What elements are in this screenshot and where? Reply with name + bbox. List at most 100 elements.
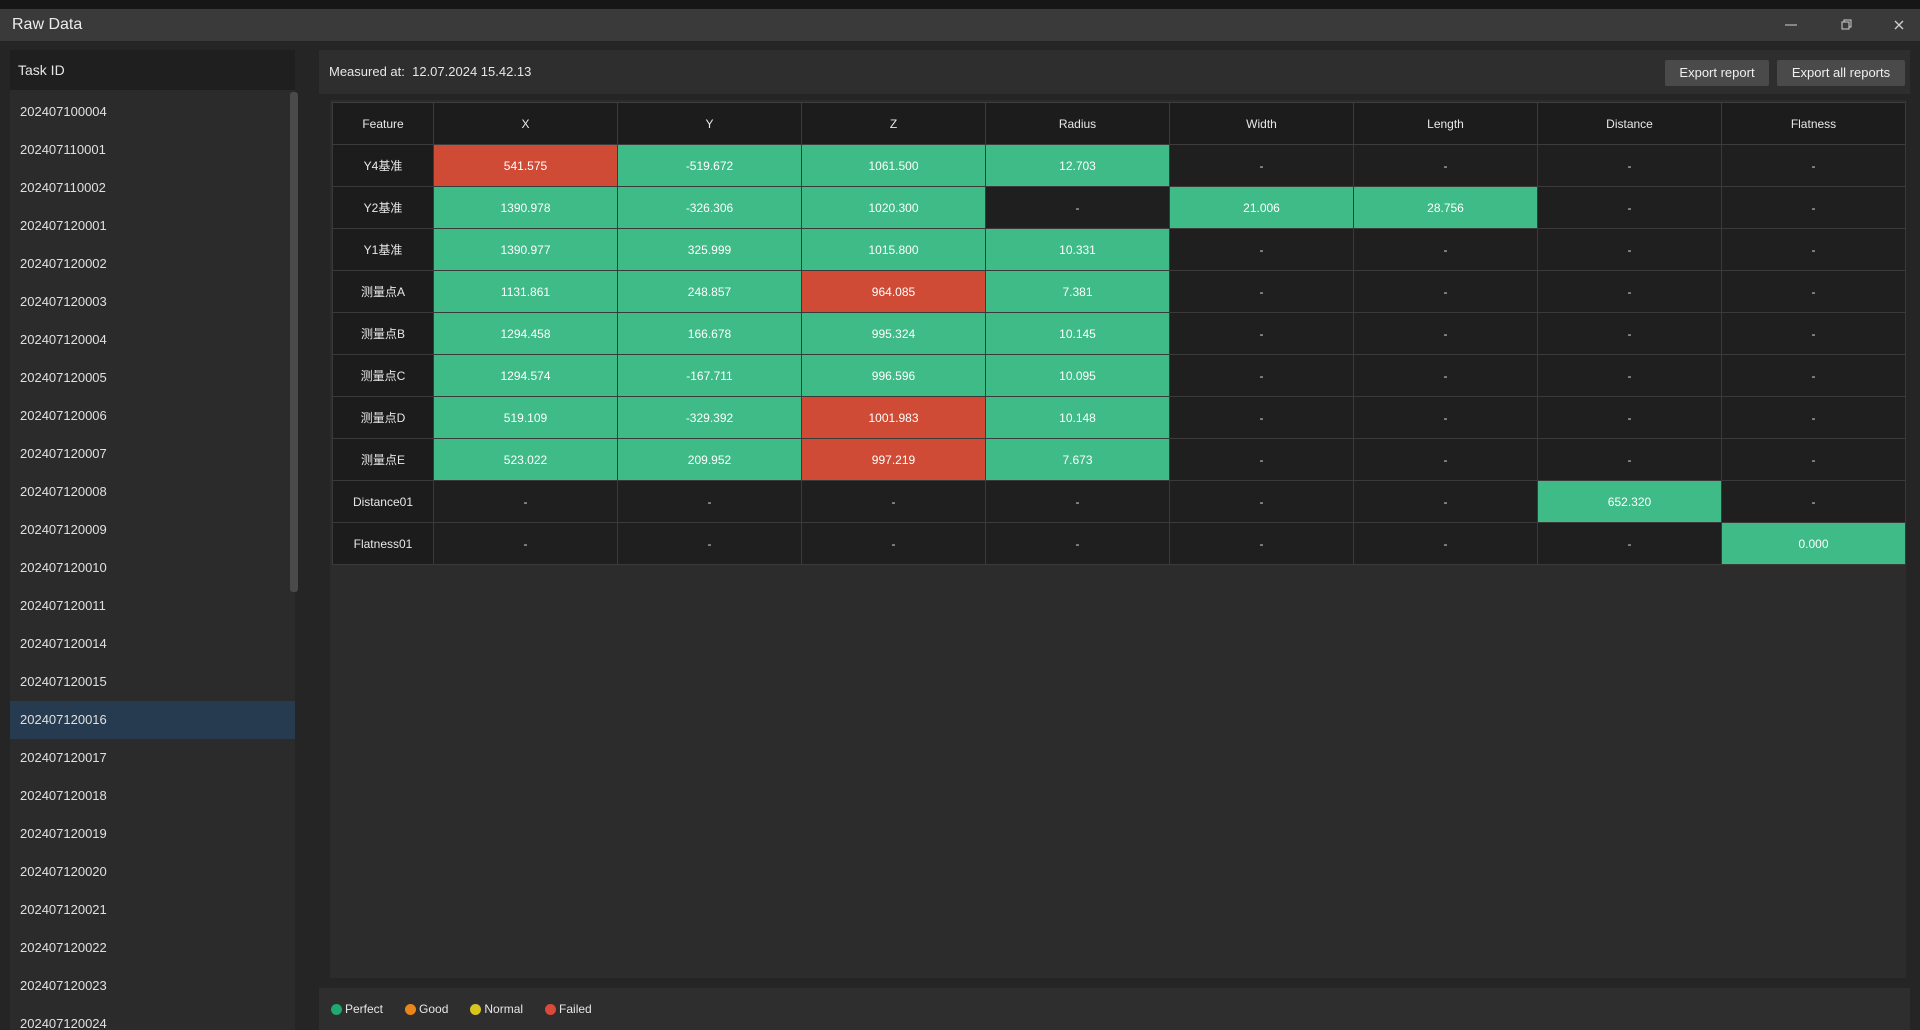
value-cell-length: - bbox=[1353, 144, 1538, 187]
table-row[interactable]: Flatness01- - - - - - -0.000 bbox=[332, 522, 1906, 565]
value-cell-distance: - bbox=[1537, 312, 1722, 355]
table-row[interactable]: Y1基准 1390.977 325.999 1015.800 10.331- - - - bbox=[332, 228, 1906, 271]
column-header-z[interactable]: Z bbox=[801, 102, 986, 145]
task-list: 202407100004 202407110001 202407110002 2024… bbox=[10, 93, 295, 1030]
task-item[interactable]: 202407120019 bbox=[10, 815, 295, 853]
value-cell-x: 1294.574 bbox=[433, 354, 618, 397]
table-row[interactable]: 测量点C 1294.574 -167.711 996.596 10.095- - - - bbox=[332, 354, 1906, 397]
task-item[interactable]: 202407120016 bbox=[10, 701, 295, 739]
value-cell-x: - bbox=[433, 480, 618, 523]
value-cell-y: 248.857 bbox=[617, 270, 802, 313]
export-all-reports-button[interactable]: Export all reports bbox=[1777, 60, 1905, 86]
feature-cell: Y4基准 bbox=[332, 144, 434, 187]
value-cell-width: - bbox=[1169, 144, 1354, 187]
value-cell-distance: - bbox=[1537, 522, 1722, 565]
task-item[interactable]: 202407120021 bbox=[10, 891, 295, 929]
value-cell-distance: - bbox=[1537, 228, 1722, 271]
value-cell-x: 1390.978 bbox=[433, 186, 618, 229]
value-cell-width: - bbox=[1169, 354, 1354, 397]
table-row[interactable]: Y4基准 541.575 -519.672 1061.500 12.703- - - - bbox=[332, 144, 1906, 187]
task-item[interactable]: 202407120015 bbox=[10, 663, 295, 701]
value-cell-flatness: - bbox=[1721, 270, 1906, 313]
table-row[interactable]: Distance01- - - - - -652.320- bbox=[332, 480, 1906, 523]
table-row[interactable]: 测量点A 1131.861 248.857 964.085 7.381- - - - bbox=[332, 270, 1906, 313]
task-list-scrollbar[interactable] bbox=[290, 92, 298, 592]
value-cell-radius: - bbox=[985, 186, 1170, 229]
value-cell-width: - bbox=[1169, 228, 1354, 271]
task-item[interactable]: 202407120011 bbox=[10, 587, 295, 625]
task-item[interactable]: 202407120007 bbox=[10, 435, 295, 473]
task-item[interactable]: 202407120020 bbox=[10, 853, 295, 891]
status-dot-icon bbox=[470, 1003, 482, 1015]
task-item[interactable]: 202407120018 bbox=[10, 777, 295, 815]
value-cell-radius: 12.703 bbox=[985, 144, 1170, 187]
column-header-distance[interactable]: Distance bbox=[1537, 102, 1722, 145]
value-cell-y: -326.306 bbox=[617, 186, 802, 229]
feature-cell: 测量点A bbox=[332, 270, 434, 313]
task-sidebar: Task ID 202407100004 202407110001 20240711… bbox=[10, 50, 295, 1030]
task-item[interactable]: 202407120008 bbox=[10, 473, 295, 511]
value-cell-x: 523.022 bbox=[433, 438, 618, 481]
column-header-length[interactable]: Length bbox=[1353, 102, 1538, 145]
column-header-width[interactable]: Width bbox=[1169, 102, 1354, 145]
task-item[interactable]: 202407120009 bbox=[10, 511, 295, 549]
value-cell-flatness: - bbox=[1721, 396, 1906, 439]
value-cell-z: 995.324 bbox=[801, 312, 986, 355]
task-item[interactable]: 202407120006 bbox=[10, 397, 295, 435]
value-cell-flatness: - bbox=[1721, 312, 1906, 355]
value-cell-flatness: - bbox=[1721, 228, 1906, 271]
value-cell-radius: 10.331 bbox=[985, 228, 1170, 271]
value-cell-radius: 10.095 bbox=[985, 354, 1170, 397]
task-item[interactable]: 202407120023 bbox=[10, 967, 295, 1005]
value-cell-x: 1390.977 bbox=[433, 228, 618, 271]
task-item[interactable]: 202407120005 bbox=[10, 359, 295, 397]
legend-label: Failed bbox=[559, 1002, 592, 1016]
window-top-edge bbox=[0, 0, 1920, 9]
column-header-y[interactable]: Y bbox=[617, 102, 802, 145]
task-item[interactable]: 202407110001 bbox=[10, 131, 295, 169]
value-cell-z: 1061.500 bbox=[801, 144, 986, 187]
task-item[interactable]: 202407120024 bbox=[10, 1005, 295, 1030]
legend-item-normal: Normal bbox=[470, 1002, 523, 1016]
task-item[interactable]: 202407120017 bbox=[10, 739, 295, 777]
task-item[interactable]: 202407120010 bbox=[10, 549, 295, 587]
value-cell-z: 996.596 bbox=[801, 354, 986, 397]
measured-value: 12.07.2024 15.42.13 bbox=[412, 64, 532, 79]
value-cell-y: - bbox=[617, 522, 802, 565]
value-cell-y: 325.999 bbox=[617, 228, 802, 271]
task-item[interactable]: 202407120001 bbox=[10, 207, 295, 245]
table-row[interactable]: 测量点B 1294.458 166.678 995.324 10.145- - - - bbox=[332, 312, 1906, 355]
minimize-button[interactable] bbox=[1768, 9, 1814, 41]
feature-cell: 测量点E bbox=[332, 438, 434, 481]
close-button[interactable] bbox=[1876, 9, 1920, 41]
task-item[interactable]: 202407110002 bbox=[10, 169, 295, 207]
value-cell-flatness: - bbox=[1721, 480, 1906, 523]
value-cell-length: - bbox=[1353, 228, 1538, 271]
value-cell-x: 541.575 bbox=[433, 144, 618, 187]
table-row[interactable]: 测量点E 523.022 209.952 997.219 7.673- - - - bbox=[332, 438, 1906, 481]
value-cell-distance: 652.320 bbox=[1537, 480, 1722, 523]
task-item[interactable]: 202407120022 bbox=[10, 929, 295, 967]
title-bar: Raw Data bbox=[0, 9, 1920, 41]
value-cell-flatness: - bbox=[1721, 186, 1906, 229]
table-row[interactable]: 测量点D 519.109 -329.392 1001.983 10.148- - - - bbox=[332, 396, 1906, 439]
column-header-radius[interactable]: Radius bbox=[985, 102, 1170, 145]
status-dot-icon bbox=[331, 1003, 342, 1015]
column-header-feature[interactable]: Feature bbox=[332, 102, 434, 145]
task-item[interactable]: 202407100004 bbox=[10, 93, 295, 131]
value-cell-z: - bbox=[801, 522, 986, 565]
value-cell-length: - bbox=[1353, 438, 1538, 481]
value-cell-length: - bbox=[1353, 270, 1538, 313]
task-item[interactable]: 202407120002 bbox=[10, 245, 295, 283]
restore-button[interactable] bbox=[1824, 9, 1870, 41]
task-item[interactable]: 202407120014 bbox=[10, 625, 295, 663]
task-item[interactable]: 202407120003 bbox=[10, 283, 295, 321]
column-header-x[interactable]: X bbox=[433, 102, 618, 145]
task-item[interactable]: 202407120004 bbox=[10, 321, 295, 359]
value-cell-width: - bbox=[1169, 312, 1354, 355]
close-icon bbox=[1894, 20, 1904, 30]
column-header-flatness[interactable]: Flatness bbox=[1721, 102, 1906, 145]
export-report-button[interactable]: Export report bbox=[1665, 60, 1769, 86]
table-row[interactable]: Y2基准 1390.978 -326.306 1020.300-21.006 28.75… bbox=[332, 186, 1906, 229]
window-title: Raw Data bbox=[12, 16, 83, 33]
